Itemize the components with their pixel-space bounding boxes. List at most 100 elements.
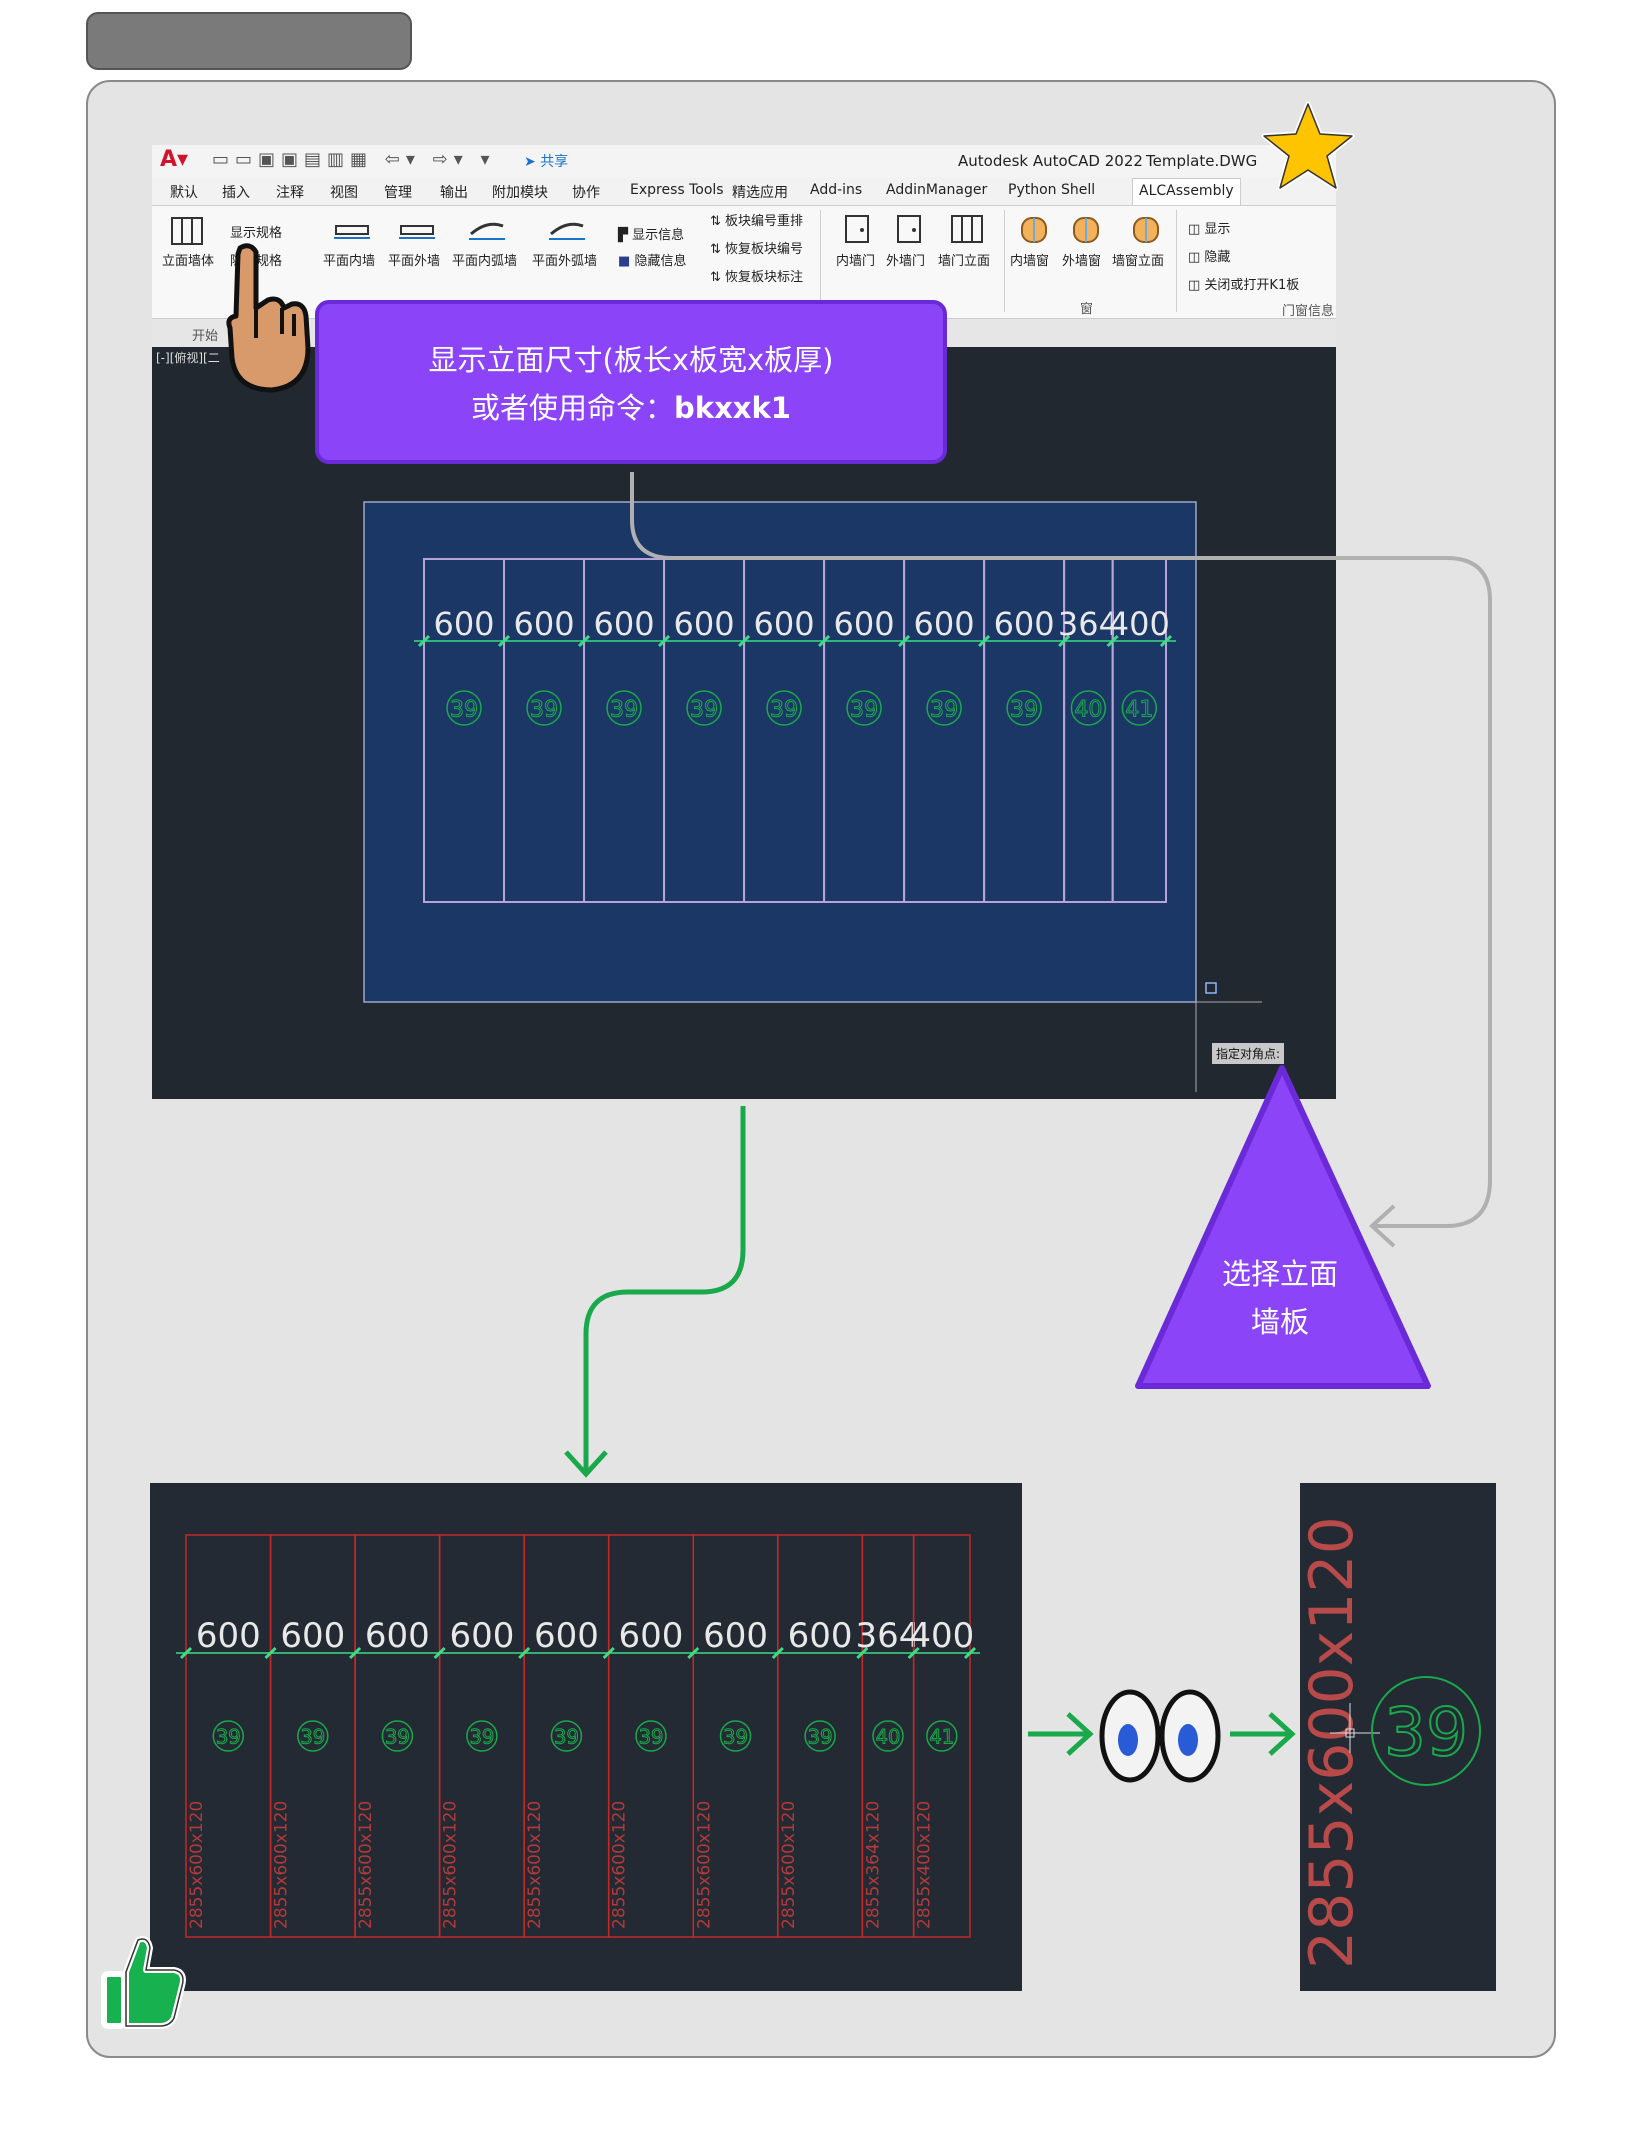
title-bar: A▾ ▭▭▣▣▤▥▦ ⇦▾ ⇨▾ ▾ ➤ 共享 Autodesk AutoCAD… bbox=[152, 145, 1336, 177]
panel-id-label: 41 bbox=[1125, 697, 1153, 723]
panel-id-label: 39 bbox=[770, 697, 798, 723]
menu-tab[interactable]: 输出 bbox=[440, 182, 468, 202]
hide-info-label: 隐藏信息 bbox=[634, 254, 687, 269]
panel-width-label: 600 bbox=[513, 605, 574, 643]
menu-tab[interactable]: Add-ins bbox=[810, 182, 862, 198]
ribbon-separator bbox=[1176, 210, 1177, 312]
ribbon-separator bbox=[820, 210, 821, 312]
menu-tab[interactable]: 精选应用 bbox=[732, 182, 788, 202]
hide-info-button[interactable]: ■ 隐藏信息 bbox=[618, 250, 686, 269]
result-canvas: 600 39 2855x600x120 600 39 2855x600x120 600 39 2… bbox=[176, 1534, 980, 1938]
inner-door-icon[interactable] bbox=[842, 214, 872, 244]
panel-width-label: 600 bbox=[914, 605, 975, 643]
eyes-icon bbox=[1099, 1689, 1221, 1783]
quick-access-toolbar-icons[interactable]: ▭▭▣▣▤▥▦ ⇦▾ ⇨▾ ▾ bbox=[212, 149, 495, 170]
menu-tab[interactable]: ALCAssembly bbox=[1132, 178, 1241, 205]
plan-inner-wall-icon[interactable] bbox=[332, 212, 372, 242]
panel-width-label: 600 bbox=[593, 605, 654, 643]
panel-width-label: 600 bbox=[280, 1616, 345, 1656]
panel-id-label: 39 bbox=[690, 697, 718, 723]
ribbon-separator bbox=[1004, 210, 1005, 312]
menu-tab[interactable]: 附加模块 bbox=[492, 182, 548, 202]
hide-label: 隐藏 bbox=[1204, 250, 1231, 265]
outer-window-button[interactable]: 外墙窗 bbox=[1062, 250, 1101, 269]
panel-id-label: 39 bbox=[723, 1726, 748, 1749]
menu-tab[interactable]: Python Shell bbox=[1008, 182, 1095, 198]
share-button[interactable]: ➤ 共享 bbox=[524, 151, 568, 171]
panel-width-label: 600 bbox=[619, 1616, 684, 1656]
inner-window-button[interactable]: 内墙窗 bbox=[1010, 250, 1049, 269]
result-drawing: 600 39 2855x600x120 600 39 2855x600x120 600 39 2… bbox=[150, 1483, 1022, 1991]
panel-spec-label: 2855x600x120 bbox=[187, 1801, 207, 1929]
restore-panel-label-button[interactable]: ⇅ 恢复板块标注 bbox=[710, 266, 803, 285]
plan-outer-wall-button[interactable]: 平面外墙 bbox=[388, 250, 440, 269]
restore-panel-number-button[interactable]: ⇅ 恢复板块编号 bbox=[710, 238, 803, 257]
panel-id-label: 39 bbox=[469, 1726, 494, 1749]
panel-id-label: 40 bbox=[1074, 697, 1102, 723]
menu-tab[interactable]: 协作 bbox=[572, 182, 600, 202]
panel-width-label: 600 bbox=[674, 605, 735, 643]
door-elevation-button[interactable]: 墙门立面 bbox=[938, 250, 990, 269]
plan-inner-arc-wall-button[interactable]: 平面内弧墙 bbox=[452, 250, 517, 269]
menu-tab[interactable]: 插入 bbox=[222, 182, 250, 202]
plan-outer-wall-icon[interactable] bbox=[397, 212, 437, 242]
plan-inner-arc-wall-icon[interactable] bbox=[467, 212, 507, 242]
panel-spec-label: 2855x600x120 bbox=[441, 1801, 461, 1929]
panel-id-label: 39 bbox=[530, 697, 558, 723]
command-name: bkxxk1 bbox=[674, 391, 791, 425]
panel-spec-label: 2855x600x120 bbox=[272, 1801, 292, 1929]
inner-door-button[interactable]: 内墙门 bbox=[836, 250, 875, 269]
show-button[interactable]: ◫ 显示 bbox=[1188, 218, 1230, 237]
toggle-k1-label: 关闭或打开K1板 bbox=[1204, 278, 1300, 293]
hide-button[interactable]: ◫ 隐藏 bbox=[1188, 246, 1230, 265]
share-label: 共享 bbox=[540, 154, 569, 170]
restore-number-label: 恢复板块编号 bbox=[725, 242, 804, 257]
panel-id-label: 39 bbox=[610, 697, 638, 723]
thumbs-up-icon bbox=[101, 1936, 186, 2029]
show-label: 显示 bbox=[1204, 222, 1231, 237]
renumber-panels-button[interactable]: ⇅ 板块编号重排 bbox=[710, 210, 803, 229]
panel-width-label: 600 bbox=[994, 605, 1055, 643]
panel-spec-label: 2855x600x120 bbox=[610, 1801, 630, 1929]
callout-line1: 显示立面尺寸(板长x板宽x板厚) bbox=[428, 343, 834, 377]
show-info-button[interactable]: ▛ 显示信息 bbox=[618, 224, 684, 243]
window-elevation-button[interactable]: 墙窗立面 bbox=[1112, 250, 1164, 269]
menu-tab[interactable]: 注释 bbox=[276, 182, 304, 202]
panel-spec-label: 2855x400x120 bbox=[915, 1801, 935, 1929]
vertical-wall-icon[interactable] bbox=[170, 216, 204, 246]
outer-door-icon[interactable] bbox=[894, 214, 924, 244]
panel-spec-label: 2855x600x120 bbox=[779, 1801, 799, 1929]
vertical-wall-button[interactable]: 立面墙体 bbox=[162, 250, 214, 269]
pointing-hand-icon bbox=[226, 243, 311, 393]
panel-id-label: 41 bbox=[929, 1726, 954, 1749]
panel-width-label: 400 bbox=[909, 1616, 974, 1656]
panel-width-label: 600 bbox=[788, 1616, 853, 1656]
menu-tab[interactable]: 管理 bbox=[384, 182, 412, 202]
instruction-callout: 显示立面尺寸(板长x板宽x板厚) 或者使用命令：bkxxk1 bbox=[315, 300, 947, 464]
renumber-label: 板块编号重排 bbox=[725, 214, 804, 229]
window-elevation-icon[interactable] bbox=[1130, 214, 1162, 244]
show-info-label: 显示信息 bbox=[632, 228, 685, 243]
toggle-k1-button[interactable]: ◫ 关闭或打开K1板 bbox=[1188, 274, 1299, 293]
inner-window-icon[interactable] bbox=[1018, 214, 1050, 244]
panel-id-label: 39 bbox=[216, 1726, 241, 1749]
plan-outer-arc-wall-button[interactable]: 平面外弧墙 bbox=[532, 250, 597, 269]
panel-width-label: 600 bbox=[433, 605, 494, 643]
plan-outer-arc-wall-icon[interactable] bbox=[547, 212, 587, 242]
panel-width-label: 600 bbox=[834, 605, 895, 643]
menu-tab[interactable]: Express Tools bbox=[630, 182, 724, 198]
menu-tab[interactable]: AddinManager bbox=[886, 182, 987, 198]
zoom-spec-label: 2855x600x120 bbox=[1300, 1516, 1367, 1969]
panel-width-label: 600 bbox=[365, 1616, 430, 1656]
outer-window-icon[interactable] bbox=[1070, 214, 1102, 244]
door-elevation-icon[interactable] bbox=[950, 214, 984, 244]
autocad-window: A▾ ▭▭▣▣▤▥▦ ⇦▾ ⇨▾ ▾ ➤ 共享 Autodesk AutoCAD… bbox=[152, 145, 1336, 1099]
plan-inner-wall-button[interactable]: 平面内墙 bbox=[323, 250, 375, 269]
menu-tab[interactable]: 视图 bbox=[330, 182, 358, 202]
panel-spec-label: 2855x600x120 bbox=[694, 1801, 714, 1929]
menu-tab[interactable]: 默认 bbox=[170, 182, 198, 202]
autocad-logo-icon[interactable]: A▾ bbox=[160, 147, 188, 172]
door-window-info-label: 门窗信息 bbox=[1282, 304, 1335, 319]
zoom-canvas: 2855x600x120 39 bbox=[1297, 1516, 1481, 1969]
outer-door-button[interactable]: 外墙门 bbox=[886, 250, 925, 269]
